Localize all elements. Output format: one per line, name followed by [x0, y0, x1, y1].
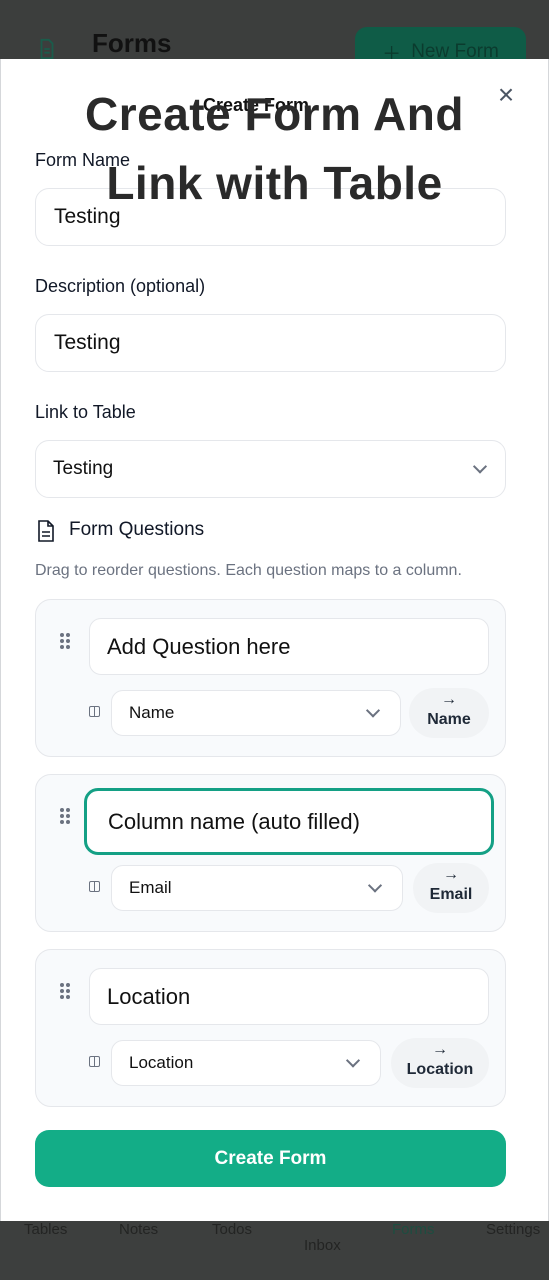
- document-icon: [40, 38, 54, 60]
- create-form-button[interactable]: Create Form: [35, 1130, 506, 1187]
- mapped-column-badge: → Name: [409, 688, 489, 738]
- question-input[interactable]: Add Question here: [89, 618, 489, 675]
- link-table-label: Link to Table: [35, 402, 136, 422]
- column-icon: [89, 881, 100, 892]
- arrow-right-icon: →: [432, 1041, 448, 1058]
- overlay-caption: Create Form And Link with Table: [0, 80, 549, 218]
- nav-item-tables[interactable]: Tables: [24, 1221, 67, 1238]
- mapped-column-badge: → Location: [391, 1038, 489, 1088]
- background-header: Forms ＋ New Form: [0, 0, 549, 77]
- nav-item-settings[interactable]: Settings: [486, 1221, 540, 1238]
- form-questions-title: Form Questions: [69, 519, 205, 540]
- question-input[interactable]: Column name (auto filled): [84, 788, 494, 855]
- description-input[interactable]: Testing: [35, 314, 506, 372]
- overlay-caption-line2: Link with Table: [106, 157, 443, 209]
- column-select-value: Location: [129, 1053, 194, 1072]
- mapped-column-label: Name: [427, 711, 471, 728]
- column-select[interactable]: Name: [111, 690, 401, 736]
- mapped-column-badge: → Email: [413, 863, 489, 913]
- mapped-column-label: Location: [406, 1061, 474, 1078]
- background-page-title: Forms: [92, 28, 172, 58]
- document-icon: [38, 520, 54, 542]
- nav-item-forms[interactable]: Forms: [392, 1221, 435, 1238]
- column-select-value: Email: [129, 878, 172, 897]
- column-icon: [89, 706, 100, 717]
- description-label: Description (optional): [35, 276, 206, 296]
- column-icon: [89, 1056, 100, 1067]
- arrow-right-icon: →: [443, 866, 459, 883]
- drag-handle-icon[interactable]: [60, 983, 70, 999]
- question-card: Column name (auto filled) Email → Email: [35, 774, 506, 932]
- chevron-down-icon: [365, 703, 381, 718]
- arrow-right-icon: →: [441, 691, 457, 708]
- drag-handle-icon[interactable]: [60, 808, 70, 824]
- nav-item-inbox[interactable]: Inbox: [304, 1237, 341, 1254]
- chevron-down-icon: [345, 1053, 361, 1068]
- bottom-nav: Tables Notes Todos Inbox Forms Settings: [0, 1221, 549, 1280]
- overlay-caption-line1: Create Form And: [85, 88, 464, 140]
- drag-handle-icon[interactable]: [60, 633, 70, 649]
- link-table-select[interactable]: Testing: [35, 440, 506, 498]
- column-select[interactable]: Location: [111, 1040, 381, 1086]
- nav-item-notes[interactable]: Notes: [119, 1221, 158, 1238]
- chevron-down-icon: [472, 459, 488, 474]
- nav-item-todos[interactable]: Todos: [212, 1221, 252, 1238]
- link-table-value: Testing: [53, 458, 114, 479]
- column-select-value: Name: [129, 703, 175, 722]
- form-questions-hint: Drag to reorder questions. Each question…: [35, 562, 462, 579]
- column-select[interactable]: Email: [111, 865, 403, 911]
- mapped-column-label: Email: [429, 886, 473, 903]
- chevron-down-icon: [367, 878, 383, 893]
- question-card: Location Location → Location: [35, 949, 506, 1107]
- question-input[interactable]: Location: [89, 968, 489, 1025]
- question-card: Add Question here Name → Name: [35, 599, 506, 757]
